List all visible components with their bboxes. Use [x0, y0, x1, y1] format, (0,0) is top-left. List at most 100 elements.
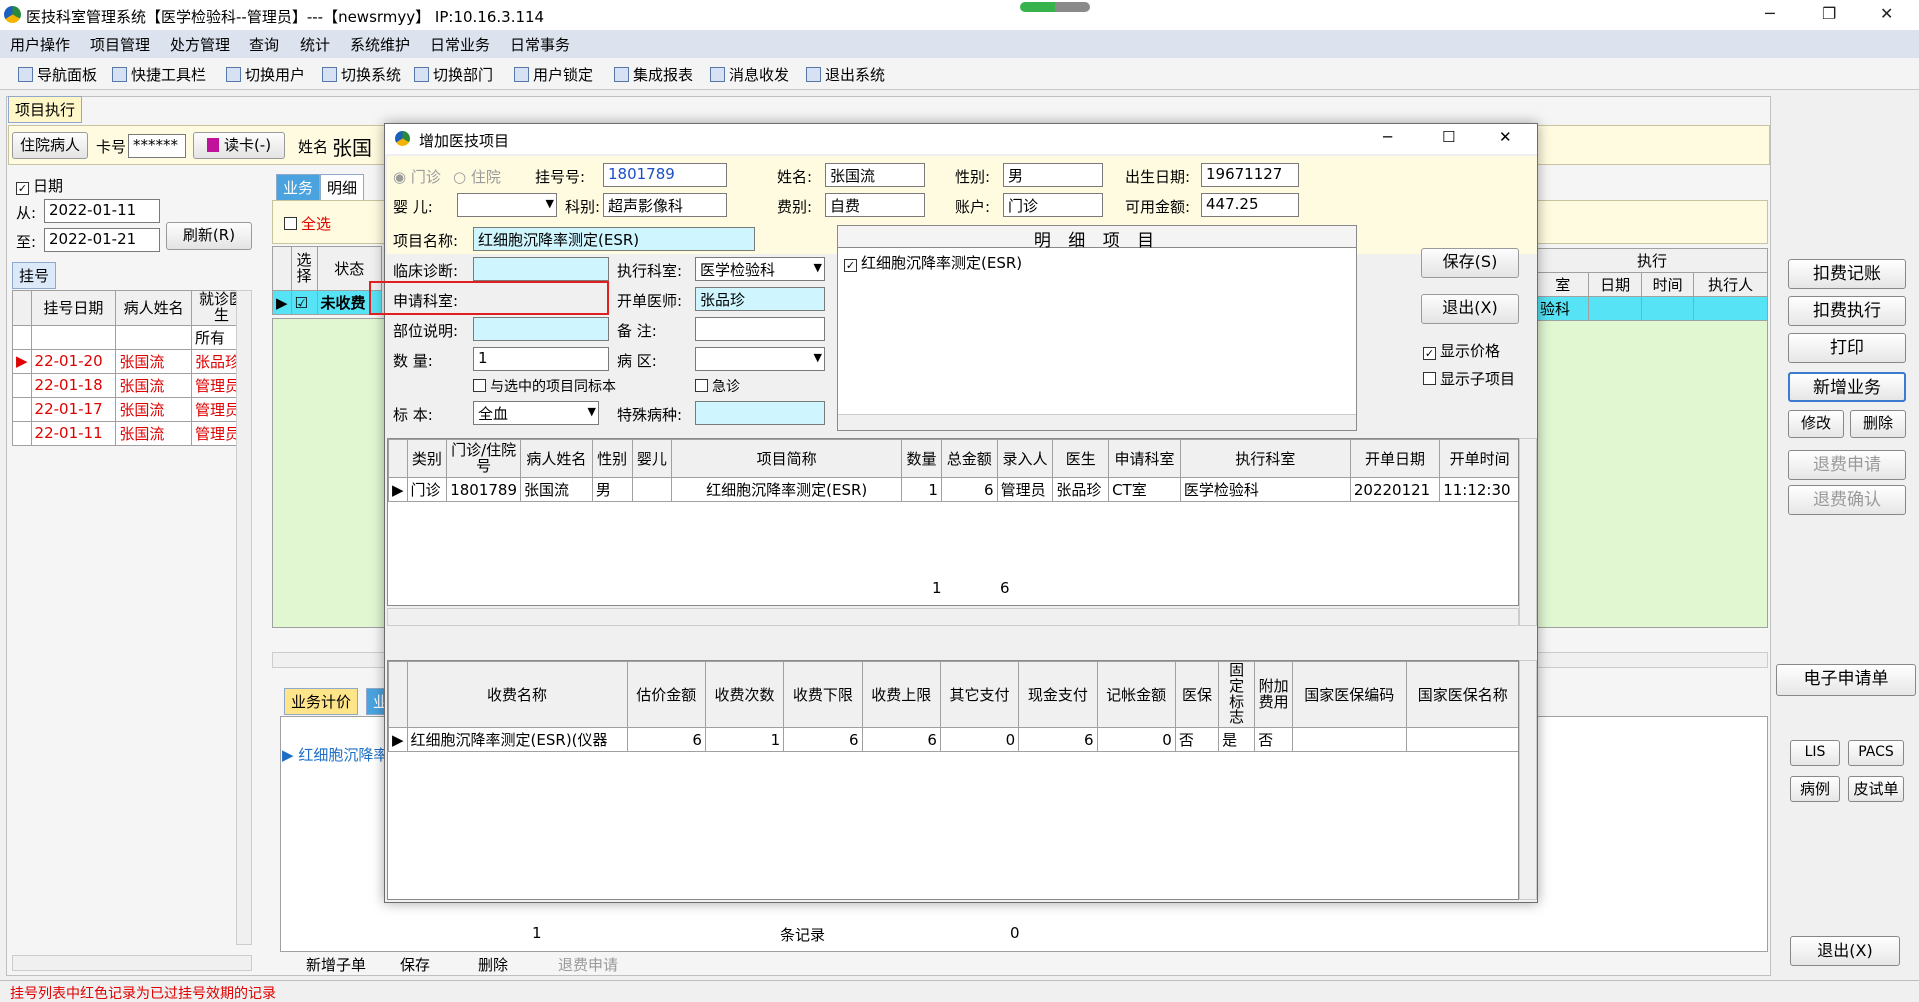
- grid-col-doctor[interactable]: 医生: [1052, 439, 1110, 478]
- edit-button[interactable]: 修改: [1788, 410, 1844, 438]
- biz-col-select[interactable]: 选择: [290, 246, 318, 291]
- menu-system[interactable]: 系统维护: [350, 34, 410, 55]
- radio-inpatient[interactable]: ○ 住院: [453, 166, 501, 187]
- select-all-checkbox[interactable]: [284, 217, 297, 230]
- show-sub-check[interactable]: 显示子项目: [1423, 368, 1515, 389]
- exec-col-date[interactable]: 日期: [1588, 272, 1642, 297]
- close-button[interactable]: ✕: [1880, 4, 1893, 23]
- table-row[interactable]: 22-01-18 张国流 管理员: [12, 372, 252, 398]
- print-button[interactable]: 打印: [1788, 333, 1906, 363]
- table-row[interactable]: ▶ 红细胞沉降率测定(ESR)(仪器 6 1 6 6 0 6 0 否是否: [388, 727, 1518, 752]
- pacs-button[interactable]: PACS: [1848, 740, 1904, 766]
- grid-col-entry[interactable]: 录入人: [996, 439, 1054, 478]
- grid-col-type[interactable]: 类别: [406, 439, 448, 478]
- menu-prescription[interactable]: 处方管理: [170, 34, 230, 55]
- case-button[interactable]: 病例: [1790, 776, 1840, 802]
- fee-col-name[interactable]: 收费名称: [406, 661, 628, 728]
- fee-col-extra[interactable]: 附加费用: [1254, 661, 1294, 728]
- dept-field[interactable]: 超声影像科: [603, 193, 727, 217]
- toolbar-reports[interactable]: 集成报表: [614, 64, 693, 85]
- bottom-delete-button[interactable]: 删除: [478, 954, 508, 975]
- menu-daily-affairs[interactable]: 日常事务: [510, 34, 570, 55]
- table-row[interactable]: ▶ ☑ 未收费: [272, 290, 383, 315]
- item-grid-hscroll[interactable]: [387, 608, 1519, 626]
- select-all[interactable]: 全选: [284, 213, 331, 234]
- toolbar-switch-dept[interactable]: 切换部门: [414, 64, 493, 85]
- fee-col-est[interactable]: 估价金额: [626, 661, 706, 728]
- reg-col-name[interactable]: 病人姓名: [115, 290, 192, 326]
- dialog-save-button[interactable]: 保存(S): [1421, 248, 1519, 278]
- reg-no-field[interactable]: 1801789: [603, 163, 727, 187]
- show-price-checkbox[interactable]: ✓: [1423, 347, 1436, 360]
- diag-field[interactable]: [473, 257, 609, 281]
- deduct-execute-button[interactable]: 扣费执行: [1788, 296, 1906, 326]
- urgent-check[interactable]: 急诊: [695, 376, 740, 396]
- card-no-field[interactable]: ******: [128, 134, 186, 158]
- detail-item-row[interactable]: ✓ 红细胞沉降率测定(ESR): [844, 252, 1022, 273]
- exec-col-time[interactable]: 时间: [1640, 272, 1695, 297]
- urgent-checkbox[interactable]: [695, 379, 708, 392]
- grid-col-qty[interactable]: 数量: [901, 439, 942, 478]
- grid-col-item[interactable]: 项目简称: [671, 439, 903, 478]
- toolbar-nav-panel[interactable]: 导航面板: [18, 64, 97, 85]
- note-field[interactable]: [695, 317, 825, 341]
- refresh-button[interactable]: 刷新(R): [166, 222, 252, 250]
- bottom-refund-apply-button[interactable]: 退费申请: [558, 954, 618, 975]
- reg-vscroll[interactable]: [236, 290, 252, 945]
- fee-grid-vscroll[interactable]: [1519, 660, 1537, 900]
- date-to-field[interactable]: 2022-01-21: [44, 228, 160, 252]
- minimize-button[interactable]: ─: [1765, 4, 1775, 23]
- radio-clinic[interactable]: ◉ 门诊: [393, 166, 441, 187]
- infant-select[interactable]: ▼: [457, 193, 557, 217]
- fee-col-other[interactable]: 其它支付: [939, 661, 1020, 728]
- disease-field[interactable]: [695, 401, 825, 425]
- qty-field[interactable]: 1: [473, 347, 609, 371]
- read-card-button[interactable]: 读卡(-): [193, 132, 285, 159]
- part-field[interactable]: [473, 317, 609, 341]
- fee-type-field[interactable]: 自费: [825, 193, 925, 217]
- toolbar-exit-system[interactable]: 退出系统: [806, 64, 885, 85]
- date-checkbox[interactable]: ✓: [16, 182, 29, 195]
- detail-item-checkbox[interactable]: ✓: [844, 259, 857, 272]
- fee-col-count[interactable]: 收费次数: [704, 661, 785, 728]
- same-sample-check[interactable]: 与选中的项目同标本: [473, 376, 616, 396]
- tab-biz-pricing[interactable]: 业务计价: [284, 688, 359, 715]
- grid-col-exec-dept[interactable]: 执行科室: [1179, 439, 1351, 478]
- refund-apply-button[interactable]: 退费申请: [1788, 450, 1906, 480]
- fee-col-fixed[interactable]: 固定标志: [1218, 661, 1256, 728]
- grid-col-apply-dept[interactable]: 申请科室: [1108, 439, 1181, 478]
- fee-col-upper[interactable]: 收费上限: [861, 661, 941, 728]
- fee-col-nat-code[interactable]: 国家医保编码: [1292, 661, 1407, 728]
- skin-test-button[interactable]: 皮试单: [1848, 776, 1904, 802]
- reg-hscroll[interactable]: [12, 955, 252, 971]
- balance-field[interactable]: 447.25: [1201, 193, 1299, 217]
- table-row[interactable]: 验科: [1535, 296, 1768, 321]
- table-row[interactable]: 22-01-17 张国流 管理员: [12, 396, 252, 422]
- restore-button[interactable]: ❐: [1822, 4, 1836, 23]
- refund-confirm-button[interactable]: 退费确认: [1788, 485, 1906, 515]
- table-row[interactable]: ▶ 22-01-20 张国流 张品珍: [12, 348, 252, 374]
- toolbar-switch-user[interactable]: 切换用户: [226, 64, 305, 85]
- main-exit-button[interactable]: 退出(X): [1790, 936, 1900, 966]
- dialog-exit-button[interactable]: 退出(X): [1421, 294, 1519, 324]
- menu-query[interactable]: 查询: [249, 34, 279, 55]
- show-price-check[interactable]: ✓ 显示价格: [1423, 340, 1500, 361]
- grid-col-name[interactable]: 病人姓名: [520, 439, 593, 478]
- date-from-field[interactable]: 2022-01-11: [44, 199, 160, 223]
- menu-user[interactable]: 用户操作: [10, 34, 70, 55]
- item-name-field[interactable]: 红细胞沉降率测定(ESR): [473, 227, 755, 251]
- table-row[interactable]: 22-01-11 张国流 管理员: [12, 420, 252, 446]
- deduct-account-button[interactable]: 扣费记账: [1788, 259, 1906, 289]
- ward-select[interactable]: ▼: [695, 347, 825, 371]
- exec-col-room[interactable]: 室: [1535, 272, 1590, 297]
- tab-project-execution[interactable]: 项目执行: [8, 96, 83, 123]
- reg-col-date[interactable]: 挂号日期: [30, 290, 117, 326]
- tab-detail[interactable]: 明细: [320, 174, 365, 201]
- exec-col-executor[interactable]: 执行人: [1693, 272, 1768, 297]
- grid-col-sex[interactable]: 性别: [591, 439, 633, 478]
- fee-col-nat-name[interactable]: 国家医保名称: [1405, 661, 1518, 728]
- tab-registration[interactable]: 挂号: [12, 262, 57, 289]
- lower-row-item[interactable]: ▶ 红细胞沉降率: [282, 744, 388, 765]
- sample-select[interactable]: 全血 ▼: [473, 401, 599, 425]
- delete-button[interactable]: 删除: [1850, 410, 1906, 438]
